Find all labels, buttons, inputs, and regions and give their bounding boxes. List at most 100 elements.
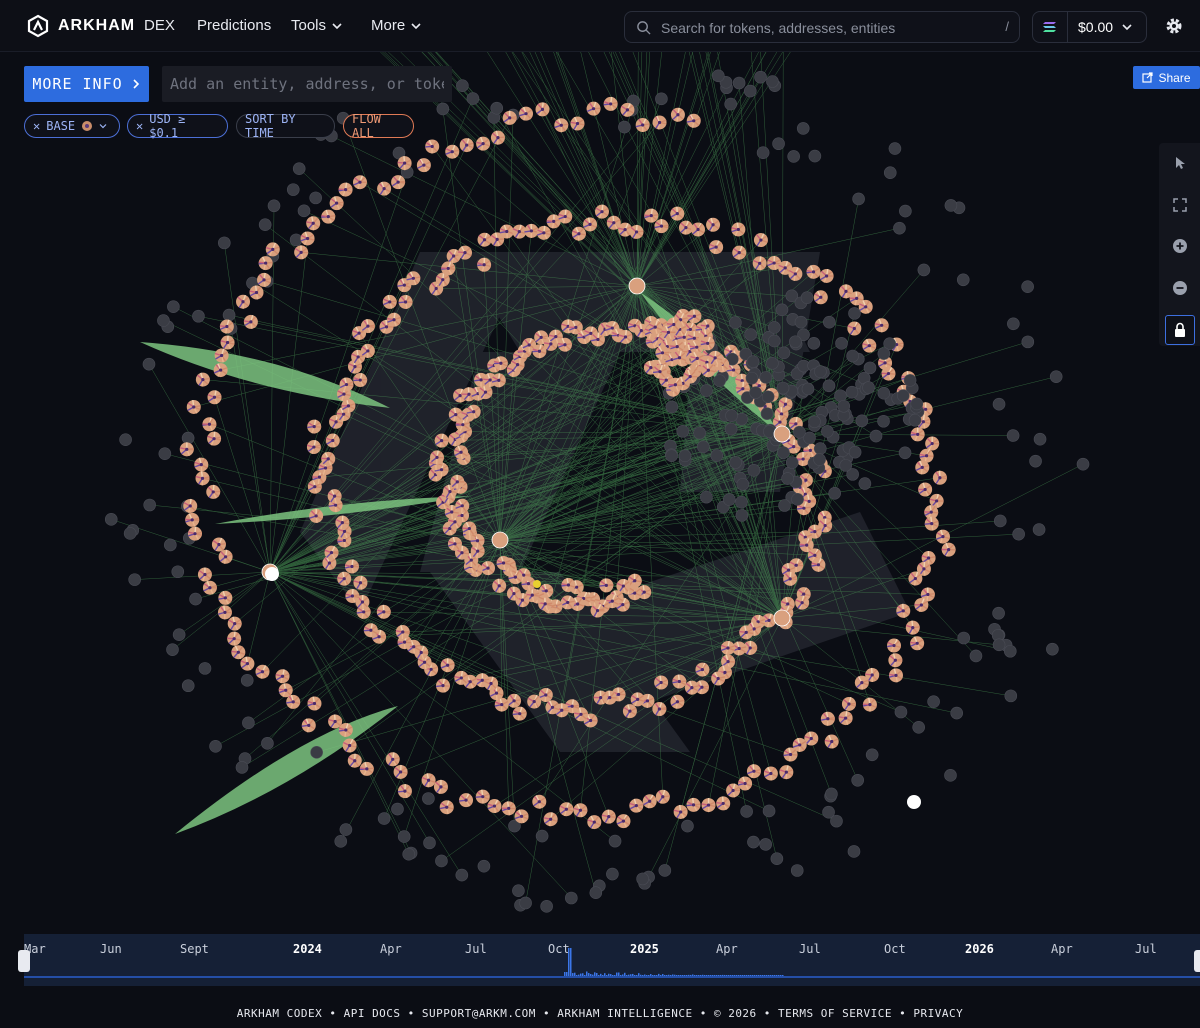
token-node-core[interactable] bbox=[346, 404, 351, 408]
token-node-core[interactable] bbox=[369, 628, 373, 632]
token-node[interactable] bbox=[557, 337, 573, 352]
token-node-core[interactable] bbox=[439, 468, 444, 472]
token-node[interactable] bbox=[363, 623, 378, 638]
address-node[interactable] bbox=[807, 337, 821, 350]
token-node-core[interactable] bbox=[608, 696, 612, 700]
token-node[interactable] bbox=[652, 702, 667, 717]
token-node-core[interactable] bbox=[676, 113, 680, 117]
token-node-core[interactable] bbox=[403, 161, 407, 165]
nav-tools[interactable]: Tools bbox=[291, 17, 343, 34]
token-node-core[interactable] bbox=[312, 445, 316, 449]
token-node-core[interactable] bbox=[317, 475, 322, 479]
token-node-core[interactable] bbox=[517, 230, 521, 234]
address-node[interactable] bbox=[235, 761, 249, 774]
token-node[interactable] bbox=[738, 776, 753, 791]
token-node[interactable] bbox=[779, 765, 794, 780]
token-node[interactable] bbox=[536, 225, 551, 240]
token-node[interactable] bbox=[481, 561, 496, 576]
token-node-core[interactable] bbox=[664, 378, 668, 382]
token-node-core[interactable] bbox=[402, 640, 407, 644]
token-node-core[interactable] bbox=[199, 462, 203, 467]
token-node-core[interactable] bbox=[366, 324, 370, 328]
address-node[interactable] bbox=[1029, 454, 1042, 468]
address-node[interactable] bbox=[697, 440, 710, 454]
token-node[interactable] bbox=[197, 567, 212, 582]
token-node[interactable] bbox=[477, 232, 492, 247]
token-node-core[interactable] bbox=[532, 699, 536, 704]
token-node-core[interactable] bbox=[391, 757, 395, 761]
token-node-core[interactable] bbox=[783, 402, 788, 406]
address-node[interactable] bbox=[261, 737, 274, 750]
token-node-core[interactable] bbox=[577, 232, 581, 236]
token-node[interactable] bbox=[477, 257, 492, 272]
token-node-core[interactable] bbox=[675, 212, 679, 216]
address-node[interactable] bbox=[862, 381, 875, 394]
token-node-core[interactable] bbox=[323, 466, 328, 470]
address-node[interactable] bbox=[834, 389, 847, 403]
address-node[interactable] bbox=[678, 449, 692, 463]
address-node[interactable] bbox=[589, 886, 603, 900]
token-node[interactable] bbox=[187, 526, 202, 541]
address-node[interactable] bbox=[835, 337, 848, 350]
address-node[interactable] bbox=[825, 787, 838, 801]
address-node[interactable] bbox=[743, 84, 757, 98]
token-node-core[interactable] bbox=[479, 378, 483, 382]
token-node-core[interactable] bbox=[505, 229, 509, 234]
token-node[interactable] bbox=[599, 578, 614, 593]
token-node-core[interactable] bbox=[883, 361, 887, 365]
token-node[interactable] bbox=[359, 761, 374, 776]
token-node-core[interactable] bbox=[403, 789, 407, 793]
token-node-core[interactable] bbox=[464, 798, 468, 802]
token-node-core[interactable] bbox=[634, 804, 638, 808]
token-node-core[interactable] bbox=[398, 770, 403, 774]
address-node[interactable] bbox=[309, 191, 322, 205]
token-node-core[interactable] bbox=[512, 591, 516, 596]
token-node[interactable] bbox=[433, 779, 448, 794]
token-node-core[interactable] bbox=[893, 658, 897, 662]
token-node-core[interactable] bbox=[334, 503, 338, 507]
token-node-core[interactable] bbox=[911, 626, 915, 630]
token-node-core[interactable] bbox=[313, 485, 317, 489]
token-node-core[interactable] bbox=[924, 454, 929, 458]
token-node-core[interactable] bbox=[741, 387, 745, 391]
token-node[interactable] bbox=[327, 489, 342, 504]
token-node-core[interactable] bbox=[212, 395, 217, 399]
token-node-core[interactable] bbox=[621, 819, 626, 823]
token-node[interactable] bbox=[514, 809, 529, 824]
address-node[interactable] bbox=[888, 142, 902, 155]
address-node[interactable] bbox=[1021, 280, 1034, 293]
address-node[interactable] bbox=[777, 446, 790, 459]
token-node-core[interactable] bbox=[382, 187, 386, 191]
token-node-core[interactable] bbox=[459, 676, 463, 680]
token-node[interactable] bbox=[294, 245, 309, 260]
token-node[interactable] bbox=[819, 268, 834, 283]
token-node-core[interactable] bbox=[778, 420, 782, 424]
token-node-core[interactable] bbox=[570, 704, 574, 708]
token-node-core[interactable] bbox=[757, 384, 761, 388]
token-node-core[interactable] bbox=[497, 378, 501, 382]
token-node[interactable] bbox=[186, 399, 201, 414]
address-node[interactable] bbox=[847, 845, 861, 858]
token-node-core[interactable] bbox=[344, 728, 348, 732]
token-node-core[interactable] bbox=[566, 583, 570, 587]
token-node-core[interactable] bbox=[811, 270, 816, 274]
token-node-core[interactable] bbox=[435, 455, 439, 460]
token-node-core[interactable] bbox=[236, 650, 240, 654]
token-node-core[interactable] bbox=[353, 365, 357, 369]
address-node[interactable] bbox=[877, 386, 891, 400]
token-node[interactable] bbox=[763, 766, 778, 781]
token-node-core[interactable] bbox=[610, 326, 614, 330]
token-node-core[interactable] bbox=[211, 490, 215, 494]
address-node[interactable] bbox=[310, 746, 323, 759]
token-node-core[interactable] bbox=[578, 808, 583, 812]
token-node-core[interactable] bbox=[726, 646, 730, 650]
token-node[interactable] bbox=[783, 747, 798, 762]
token-node-core[interactable] bbox=[592, 820, 596, 824]
address-node[interactable] bbox=[863, 361, 877, 375]
token-node-core[interactable] bbox=[448, 489, 452, 494]
token-node[interactable] bbox=[752, 256, 767, 271]
token-node[interactable] bbox=[720, 640, 735, 655]
address-node[interactable] bbox=[665, 400, 679, 414]
address-node[interactable] bbox=[813, 453, 826, 466]
token-node-core[interactable] bbox=[342, 412, 346, 416]
